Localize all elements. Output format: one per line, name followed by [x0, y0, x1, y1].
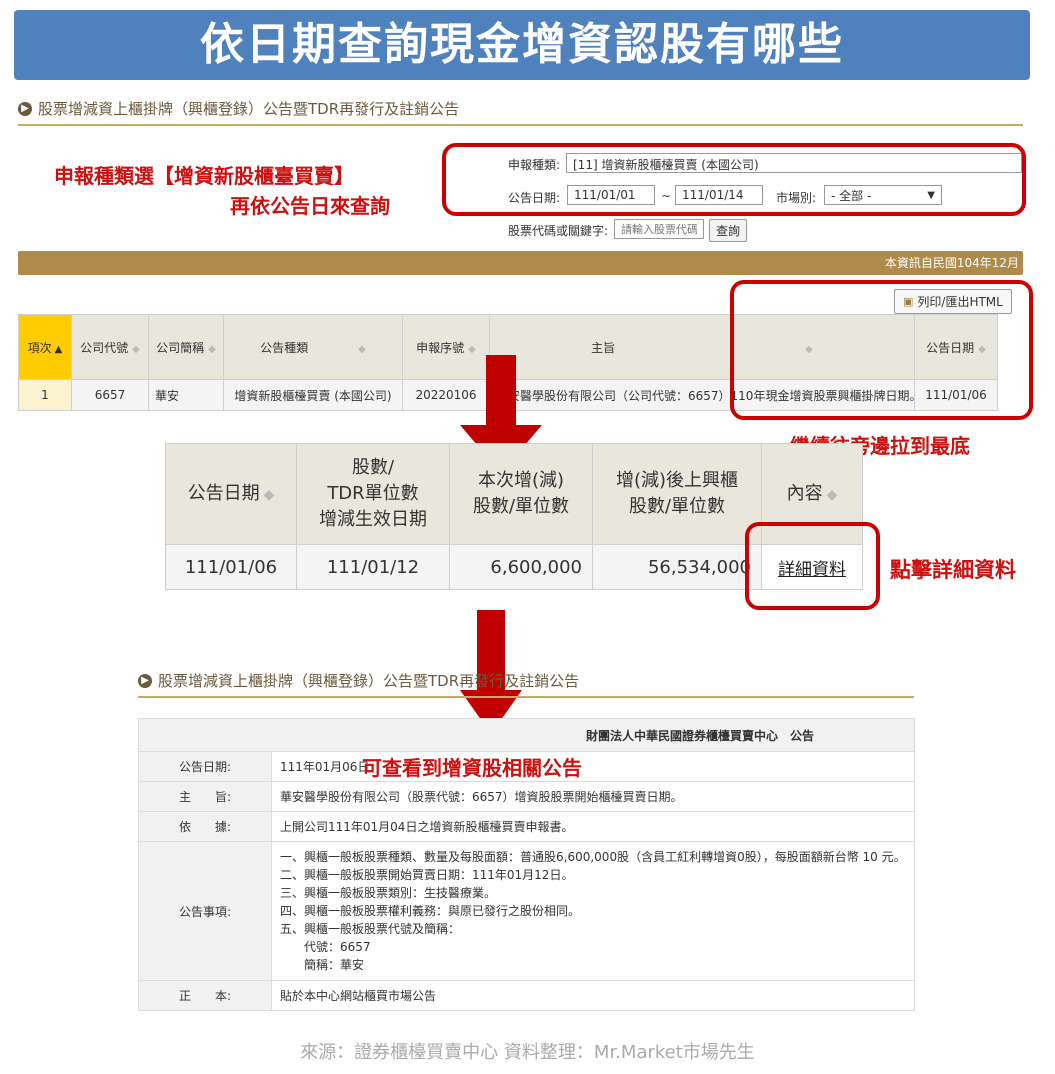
value-original: 貼於本中心網站櫃買市場公告	[271, 980, 915, 1011]
matter-line: 三、興櫃一般板股票類別：生技醫療業。	[280, 886, 497, 900]
section-title-2: ▶ 股票增減資上櫃掛牌（興櫃登錄）公告暨TDR再發行及註銷公告	[138, 670, 579, 691]
matter-line: 代號：6657	[280, 940, 371, 954]
footer-source: 來源：證券櫃檯買賣中心 資料整理：Mr.Market市場先生	[300, 1042, 755, 1063]
cell2-announce-date: 111/01/06	[165, 544, 297, 590]
header-announcement-type[interactable]: 公告種類 ◆	[223, 314, 403, 380]
banner-title: 依日期查詢現金增資認股有哪些	[14, 10, 1030, 80]
matter-line: 四、興櫃一般板股票權利義務：與原已發行之股份相同。	[280, 904, 581, 918]
matter-line: 一、興櫃一般板股票種類、數量及每股面額：普通股6,600,000股（含員工紅利轉…	[280, 850, 906, 864]
keyword-input[interactable]	[614, 219, 704, 239]
note-query-by-date: 再依公告日來查詢	[230, 194, 390, 218]
header-company-name[interactable]: 公司簡稱 ◆	[148, 314, 224, 380]
matter-line: 五、興櫃一般板股票代號及簡稱：	[280, 922, 461, 936]
detail-highlight-box	[745, 522, 880, 610]
form-highlight-box	[442, 143, 1026, 216]
section-divider	[18, 124, 1023, 126]
label-original: 正 本:	[138, 980, 272, 1011]
note-click-detail: 點擊詳細資料	[890, 558, 1016, 582]
keyword-label: 股票代碼或關鍵字:	[508, 224, 609, 238]
header-item-no[interactable]: 項次 ▲	[18, 314, 72, 380]
search-button[interactable]: 查詢	[709, 219, 748, 242]
label-announce-date: 公告日期:	[138, 751, 272, 782]
cell2-after-shares: 56,534,000	[592, 544, 762, 590]
cell2-effective-date: 111/01/12	[296, 544, 450, 590]
section-title: ▶ 股票增減資上櫃掛牌（興櫃登錄）公告暨TDR再發行及註銷公告	[18, 98, 459, 119]
header2-effective-date[interactable]: 股數/ TDR單位數 增減生效日期	[296, 443, 450, 545]
chevron-right-icon: ▶	[138, 673, 152, 688]
cell-announcement-type: 增資新股櫃檯買賣 (本國公司)	[223, 379, 403, 411]
section-title-text: 股票增減資上櫃掛牌（興櫃登錄）公告暨TDR再發行及註銷公告	[38, 100, 460, 118]
announcement-header: 財團法人中華民國證券櫃檯買賣中心 公告	[138, 718, 915, 752]
value-subject: 華安醫學股份有限公司（股票代號：6657）增資股股票開始櫃檯買賣日期。	[271, 781, 915, 812]
cell-company-name: 華安	[148, 379, 224, 411]
cell-company-code: 6657	[71, 379, 149, 411]
label-subject: 主 旨:	[138, 781, 272, 812]
header-company-code[interactable]: 公司代號 ◆	[71, 314, 149, 380]
cell-item-no: 1	[18, 379, 72, 411]
header2-announce-date[interactable]: 公告日期 ◆	[165, 443, 297, 545]
section-title-text-2: 股票增減資上櫃掛牌（興櫃登錄）公告暨TDR再發行及註銷公告	[158, 672, 580, 690]
note-select-type: 申報種類選【增資新股櫃臺買賣】	[54, 164, 354, 188]
scroll-highlight-box	[730, 280, 1033, 420]
cell2-change-shares: 6,600,000	[449, 544, 593, 590]
section-divider-2	[138, 696, 914, 698]
header2-change-shares[interactable]: 本次增(減) 股數/單位數	[449, 443, 593, 545]
header2-after-shares[interactable]: 增(減)後上興櫃 股數/單位數	[592, 443, 762, 545]
matter-line: 簡稱：華安	[280, 958, 365, 972]
matter-line: 二、興櫃一般板股票開始買賣日期：111年01月12日。	[280, 868, 574, 882]
label-basis: 依 據:	[138, 811, 272, 842]
info-bar: 本資訊自民國104年12月	[18, 251, 1023, 275]
value-basis: 上開公司111年01月04日之增資新股櫃檯買賣申報書。	[271, 811, 915, 842]
value-matters: 一、興櫃一般板股票種類、數量及每股面額：普通股6,600,000股（含員工紅利轉…	[271, 841, 915, 981]
note-view-announcement: 可查看到增資股相關公告	[362, 756, 582, 780]
chevron-right-icon: ▶	[18, 101, 32, 116]
label-matters: 公告事項:	[138, 841, 272, 981]
